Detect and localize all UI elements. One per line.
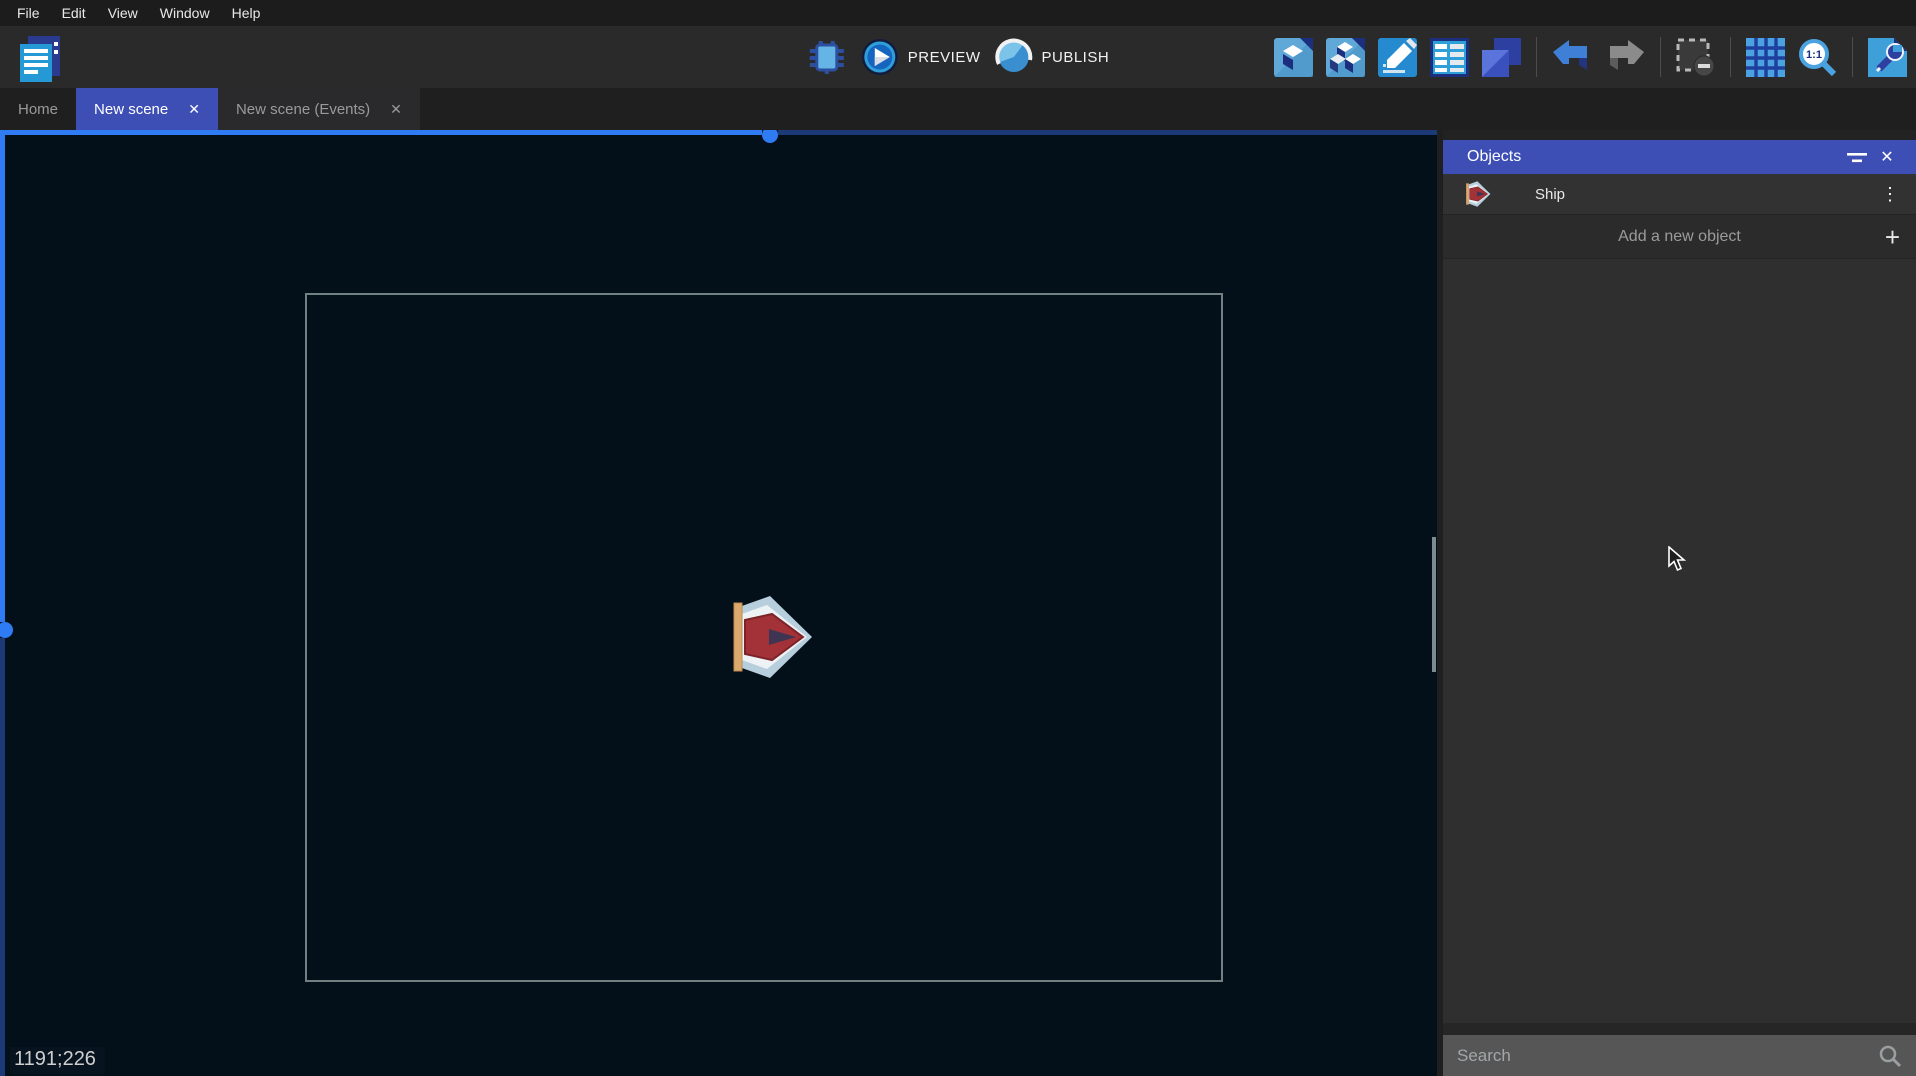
- toolbar-separator: [1660, 37, 1661, 77]
- zoom-ratio-label: 1:1: [1806, 49, 1822, 61]
- toggle-grid-button[interactable]: [1745, 37, 1786, 78]
- tab-new-scene-events-label: New scene (Events): [236, 101, 370, 118]
- objects-panel-empty-area: [1443, 259, 1916, 1023]
- tab-new-scene[interactable]: New scene ✕: [76, 88, 218, 130]
- toolbar-separator: [1536, 37, 1537, 77]
- gdevelop-window: File Edit View Window Help: [0, 0, 1916, 1076]
- zoom-original-button[interactable]: 1:1: [1797, 37, 1838, 78]
- tab-new-scene-label: New scene: [94, 101, 168, 118]
- filter-icon: [1847, 151, 1867, 164]
- object-list-item-ship[interactable]: Ship ⋮: [1443, 174, 1916, 215]
- preview-label: PREVIEW: [908, 49, 981, 66]
- objects-panel-title: Objects: [1467, 148, 1842, 166]
- toolbar-separator: [1730, 37, 1731, 77]
- toolbar-separator: [1852, 37, 1853, 77]
- tab-home[interactable]: Home: [0, 88, 76, 130]
- menu-help[interactable]: Help: [221, 2, 272, 24]
- add-object-label: Add a new object: [1618, 228, 1741, 246]
- layers-editor-button[interactable]: [1481, 37, 1522, 78]
- debugger-bug-icon: [807, 37, 847, 77]
- object-menu-dots-icon[interactable]: ⋮: [1878, 184, 1902, 205]
- add-object-button[interactable]: Add a new object +: [1443, 215, 1916, 259]
- edit-object-groups-button[interactable]: [1325, 37, 1366, 78]
- ship-thumbnail-icon: [1465, 179, 1491, 209]
- zoom-1-1-icon: 1:1: [1797, 37, 1838, 78]
- search-input[interactable]: [1457, 1046, 1878, 1066]
- layers-icon: [1481, 37, 1522, 78]
- settings-button[interactable]: [1867, 37, 1908, 78]
- toolbar-center-group: PREVIEW PUBLISH: [807, 26, 1109, 88]
- search-icon[interactable]: [1878, 1044, 1902, 1068]
- cursor-coordinates-readout: 1191;226: [10, 1047, 105, 1074]
- preview-button[interactable]: PREVIEW: [861, 38, 981, 76]
- tab-close-icon[interactable]: ✕: [390, 101, 402, 118]
- instances-list-icon: [1429, 37, 1470, 78]
- ship-sprite-instance[interactable]: [730, 593, 814, 681]
- object-groups-icon: [1325, 37, 1366, 78]
- canvas-v-scroll-track-bottom[interactable]: [0, 638, 5, 1076]
- settings-wrench-icon: [1867, 37, 1908, 78]
- tab-home-label: Home: [18, 101, 58, 118]
- tab-new-scene-events[interactable]: New scene (Events) ✕: [218, 88, 420, 130]
- preview-play-icon: [861, 38, 899, 76]
- deselect-icon: [1675, 37, 1716, 78]
- canvas-h-scroll-thumb[interactable]: [762, 130, 778, 143]
- debugger-button[interactable]: [807, 37, 847, 77]
- panel-close-button[interactable]: ✕: [1872, 143, 1902, 171]
- grid-icon: [1745, 37, 1786, 78]
- objects-panel-header: Objects ✕: [1443, 140, 1916, 174]
- object-name-label: Ship: [1535, 186, 1878, 203]
- publish-label: PUBLISH: [1041, 49, 1109, 66]
- properties-pencil-icon: [1377, 37, 1418, 78]
- undo-button[interactable]: [1551, 39, 1593, 75]
- main-toolbar: PREVIEW PUBLISH: [0, 26, 1916, 88]
- deselect-all-button[interactable]: [1675, 37, 1716, 78]
- edit-objects-button[interactable]: [1273, 37, 1314, 78]
- canvas-v-scroll-track-top[interactable]: [0, 130, 5, 622]
- editor-tab-bar: Home New scene ✕ New scene (Events) ✕: [0, 88, 1916, 130]
- publish-button[interactable]: PUBLISH: [994, 38, 1109, 76]
- redo-button[interactable]: [1604, 39, 1646, 75]
- scene-properties-button[interactable]: [1377, 37, 1418, 78]
- instances-list-button[interactable]: [1429, 37, 1470, 78]
- objects-search-bar: [1443, 1023, 1916, 1076]
- undo-icon: [1551, 39, 1593, 75]
- canvas-v-scroll-thumb[interactable]: [0, 622, 13, 638]
- redo-icon: [1604, 39, 1646, 75]
- menu-window[interactable]: Window: [149, 2, 221, 24]
- menu-bar: File Edit View Window Help: [0, 0, 1916, 26]
- menu-view[interactable]: View: [97, 2, 149, 24]
- menu-file[interactable]: File: [6, 2, 51, 24]
- canvas-h-scroll-track-left[interactable]: [0, 130, 762, 135]
- toolbar-right-group: 1:1: [1273, 26, 1908, 88]
- project-manager-icon: [14, 32, 66, 84]
- plus-icon: +: [1885, 224, 1900, 250]
- project-manager-button[interactable]: [14, 32, 66, 89]
- filter-button[interactable]: [1842, 143, 1872, 171]
- publish-globe-icon: [994, 38, 1032, 76]
- panel-top-gap: [1443, 130, 1916, 140]
- canvas-h-scroll-track-right[interactable]: [778, 130, 1437, 135]
- objects-editor-icon: [1273, 37, 1314, 78]
- menu-edit[interactable]: Edit: [51, 2, 97, 24]
- workspace: 1191;226 Objects ✕ Ship: [0, 130, 1916, 1076]
- scene-canvas[interactable]: 1191;226: [0, 130, 1437, 1076]
- tab-close-icon[interactable]: ✕: [188, 101, 200, 118]
- objects-panel: Objects ✕ Ship ⋮ Add a new object +: [1443, 130, 1916, 1076]
- editor-scrollbar-thumb[interactable]: [1432, 537, 1436, 672]
